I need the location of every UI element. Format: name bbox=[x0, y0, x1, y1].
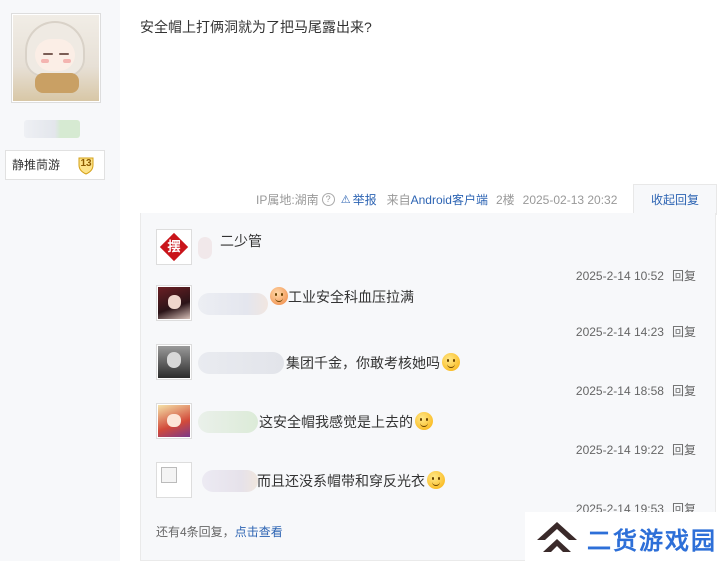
author-avatar[interactable] bbox=[11, 13, 101, 103]
smiley-emoji-icon bbox=[442, 353, 460, 371]
badge-name: 静推茼游 bbox=[12, 158, 61, 172]
reply-avatar[interactable] bbox=[156, 285, 192, 321]
level-shield-icon: 13 bbox=[76, 155, 96, 175]
smiley-emoji-icon bbox=[427, 471, 445, 489]
reply-user-blurred[interactable] bbox=[198, 293, 268, 315]
question-circle-icon[interactable]: ? bbox=[321, 193, 335, 206]
reply-time: 2025-2-14 14:23 回复 bbox=[576, 323, 696, 340]
reply-time-text: 2025-2-14 14:23 bbox=[575, 325, 664, 339]
post-content: 安全帽上打俩洞就为了把马尾露出来? bbox=[140, 19, 372, 35]
author-avatar-image bbox=[13, 15, 99, 101]
view-more-link[interactable]: 点击查看 bbox=[235, 525, 283, 539]
report-button[interactable]: ⚠ 举报 bbox=[341, 191, 377, 208]
post-time: 2025-02-13 20:32 bbox=[522, 192, 618, 207]
reply-user-blurred[interactable] bbox=[202, 470, 258, 492]
reply-avatar[interactable] bbox=[156, 462, 192, 498]
report-label: 举报 bbox=[352, 193, 377, 207]
floor-number: 2楼 bbox=[495, 193, 515, 207]
reply-user-blurred[interactable] bbox=[198, 411, 258, 433]
reply-time: 2025-2-14 18:58 回复 bbox=[576, 382, 696, 399]
reply-user-blurred[interactable] bbox=[198, 237, 212, 259]
reply-time-text: 2025-2-14 10:52 bbox=[575, 269, 664, 283]
list-item: 摆 二少管 2025-2-14 10:52 回复 bbox=[156, 227, 706, 285]
reply-content: 这安全帽我感觉是上去的 bbox=[259, 412, 433, 432]
reply-content: 而且还没系帽带和穿反光衣 bbox=[257, 471, 445, 491]
ip-location: IP属地:湖南 bbox=[256, 193, 319, 207]
reply-button[interactable]: 回复 bbox=[672, 269, 696, 283]
list-item: 这安全帽我感觉是上去的 2025-2-14 19:22 回复 bbox=[156, 401, 706, 459]
reply-avatar[interactable] bbox=[156, 403, 192, 439]
list-item: 而且还没系帽带和穿反光衣 2025-2-14 19:53 回复 bbox=[156, 460, 706, 518]
reply-time: 2025-2-14 10:52 回复 bbox=[576, 267, 696, 284]
reply-avatar[interactable] bbox=[156, 344, 192, 380]
reply-button[interactable]: 回复 bbox=[672, 443, 696, 457]
reply-username[interactable]: 二少管 bbox=[220, 231, 262, 251]
more-replies: 还有4条回复，点击查看 bbox=[156, 523, 283, 540]
reply-text: 工业安全科血压拉满 bbox=[288, 289, 414, 305]
list-item: 集团千金，你敢考核她吗 2025-2-14 18:58 回复 bbox=[156, 342, 706, 400]
reply-user-blurred[interactable] bbox=[198, 352, 284, 374]
site-watermark: 二货游戏园 bbox=[525, 512, 725, 561]
watermark-text: 二货游戏园 bbox=[587, 528, 717, 555]
client-link[interactable]: Android客户端 bbox=[411, 191, 488, 208]
reply-time-text: 2025-2-14 18:58 bbox=[575, 384, 664, 398]
reply-time: 2025-2-14 19:22 回复 bbox=[576, 441, 696, 458]
reply-text: 这安全帽我感觉是上去的 bbox=[259, 414, 413, 430]
author-column: 静推茼游 13 bbox=[0, 0, 120, 561]
reply-avatar[interactable]: 摆 bbox=[156, 229, 192, 265]
smiley-emoji-icon bbox=[415, 412, 433, 430]
reply-text: 而且还没系帽带和穿反光衣 bbox=[257, 473, 425, 489]
warning-triangle-icon: ⚠ bbox=[340, 194, 351, 206]
smiley-emoji-icon bbox=[270, 287, 288, 305]
collapse-replies-button[interactable]: 收起回复 bbox=[633, 184, 717, 215]
reply-list: 摆 二少管 2025-2-14 10:52 回复 工业安全科血压拉满 2025-2… bbox=[140, 213, 716, 561]
list-item: 工业安全科血压拉满 2025-2-14 14:23 回复 bbox=[156, 283, 706, 341]
reply-text: 集团千金，你敢考核她吗 bbox=[286, 355, 440, 371]
more-replies-text: 还有4条回复， bbox=[156, 525, 235, 539]
forum-level-badge[interactable]: 静推茼游 13 bbox=[5, 150, 105, 180]
reply-button[interactable]: 回复 bbox=[672, 384, 696, 398]
double-chevron-logo-icon bbox=[537, 522, 577, 552]
reply-button[interactable]: 回复 bbox=[672, 325, 696, 339]
badge-level: 13 bbox=[80, 158, 92, 169]
reply-content: 工业安全科血压拉满 bbox=[268, 287, 414, 307]
author-name-blurred[interactable] bbox=[24, 120, 80, 138]
reply-time-text: 2025-2-14 19:22 bbox=[575, 443, 664, 457]
post-tail-info: IP属地:湖南? ⚠ 举报 来自Android客户端 2楼 2025-02-13 20:3… bbox=[256, 191, 617, 208]
from-prefix: 来自 bbox=[386, 193, 411, 207]
reply-content: 集团千金，你敢考核她吗 bbox=[286, 353, 460, 373]
